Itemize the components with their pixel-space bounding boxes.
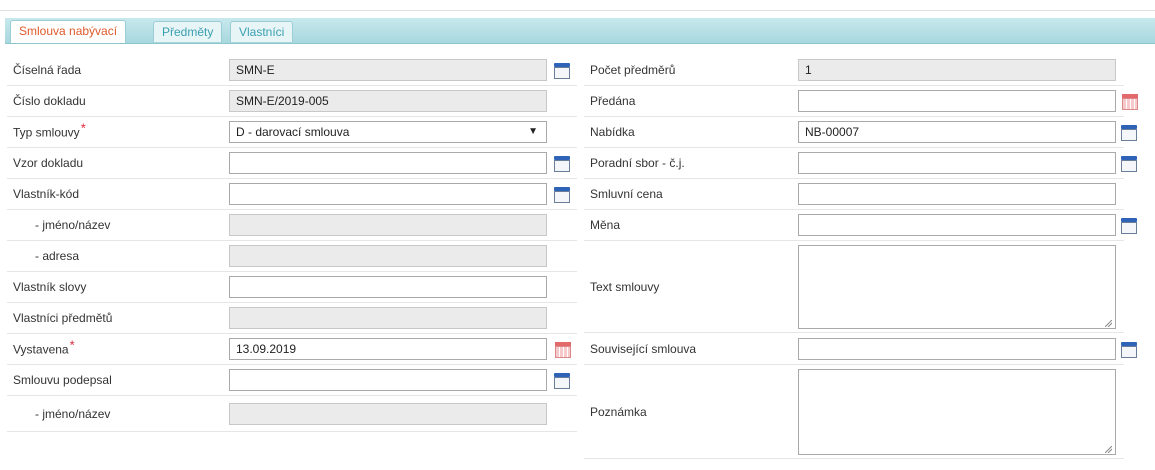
poradni-sbor-label: Poradní sbor - č.j. xyxy=(590,156,685,170)
pocet-predmetu-label: Počet předměrů xyxy=(590,63,676,77)
ciselna-rada-lookup-icon[interactable] xyxy=(553,61,571,79)
typ-smlouvy-value: D - darovací smlouva xyxy=(236,125,350,139)
dropdown-arrow-icon[interactable]: ▼ xyxy=(528,122,538,142)
vlastnici-predmetu-label: Vlastníci předmětů xyxy=(13,311,113,325)
smlouvu-podepsal-lookup-icon[interactable] xyxy=(553,371,571,389)
vlastnik-kod-lookup-icon[interactable] xyxy=(553,185,571,203)
mena-field[interactable] xyxy=(798,214,1116,236)
row-ciselna-rada: Číselná řada SMN-E xyxy=(7,55,577,86)
row-smlouvu-podepsal: Smlouvu podepsal xyxy=(7,365,577,396)
text-smlouvy-label: Text smlouvy xyxy=(590,279,660,294)
resize-handle-icon[interactable] xyxy=(1105,446,1112,453)
typ-smlouvy-label: Typ smlouvy* xyxy=(13,120,86,140)
row-text-smlouvy: Text smlouvy xyxy=(584,241,1124,333)
jmeno-nazev-label: - jméno/název xyxy=(35,218,111,232)
podepsal-jmeno-label: - jméno/název xyxy=(35,406,111,421)
tab-predmety[interactable]: Předměty xyxy=(153,21,223,42)
vzor-dokladu-label: Vzor dokladu xyxy=(13,156,84,170)
row-vystavena: Vystavena* 13.09.2019 xyxy=(7,334,577,365)
poradni-sbor-field[interactable] xyxy=(798,152,1116,174)
vlastnik-slovy-field[interactable] xyxy=(229,276,547,298)
required-marker: * xyxy=(80,120,86,136)
vlastnik-kod-field[interactable] xyxy=(229,183,547,205)
vlastnik-slovy-label: Vlastník slovy xyxy=(13,280,87,294)
row-souvisejici-smlouva: Související smlouva xyxy=(584,333,1137,365)
tab-smlouva-nabyvaci[interactable]: Smlouva nabývací xyxy=(10,20,127,43)
predana-date-field[interactable] xyxy=(798,90,1116,112)
tab-vlastnici[interactable]: Vlastníci xyxy=(230,21,294,42)
row-pocet-predmetu: Počet předměrů 1 xyxy=(584,55,1124,86)
smlouvu-podepsal-field[interactable] xyxy=(229,369,547,391)
row-predana: Předána xyxy=(584,86,1138,117)
mena-lookup-icon[interactable] xyxy=(1120,216,1138,234)
predana-label: Předána xyxy=(590,94,636,108)
cislo-dokladu-label: Číslo dokladu xyxy=(13,94,86,108)
jmeno-nazev-field[interactable] xyxy=(229,214,547,236)
vystavena-date-field[interactable]: 13.09.2019 xyxy=(229,338,547,360)
row-vlastnici-predmetu: Vlastníci předmětů xyxy=(7,303,577,334)
row-nabidka: Nabídka NB-00007 xyxy=(584,117,1137,148)
adresa-label: - adresa xyxy=(35,249,80,263)
row-jmeno-nazev: - jméno/název xyxy=(7,210,577,241)
mena-label: Měna xyxy=(590,218,621,232)
poznamka-textarea[interactable] xyxy=(798,369,1116,455)
souvisejici-smlouva-field[interactable] xyxy=(798,338,1116,360)
calendar-icon[interactable] xyxy=(1122,93,1138,110)
smluvni-cena-label: Smluvní cena xyxy=(590,187,663,201)
vzor-dokladu-field[interactable] xyxy=(229,152,547,174)
podepsal-jmeno-field[interactable] xyxy=(229,403,547,425)
nabidka-label: Nabídka xyxy=(590,125,635,139)
row-podepsal-jmeno: - jméno/název xyxy=(7,396,577,432)
souvisejici-smlouva-lookup-icon[interactable] xyxy=(1120,340,1138,358)
row-typ-smlouvy: Typ smlouvy* D - darovací smlouva ▼ xyxy=(7,117,577,148)
required-marker: * xyxy=(69,337,75,353)
calendar-icon[interactable] xyxy=(555,341,571,358)
nabidka-lookup-icon[interactable] xyxy=(1120,123,1138,141)
nabidka-field[interactable]: NB-00007 xyxy=(798,121,1116,143)
row-cislo-dokladu: Číslo dokladu SMN-E/2019-005 xyxy=(7,86,577,117)
row-vzor-dokladu: Vzor dokladu xyxy=(7,148,577,179)
cislo-dokladu-field[interactable]: SMN-E/2019-005 xyxy=(229,90,547,112)
row-vlastnik-kod: Vlastník-kód xyxy=(7,179,577,210)
row-poradni-sbor: Poradní sbor - č.j. xyxy=(584,148,1137,179)
row-smluvni-cena: Smluvní cena xyxy=(584,179,1124,210)
text-smlouvy-textarea[interactable] xyxy=(798,245,1116,329)
poradni-sbor-lookup-icon[interactable] xyxy=(1120,154,1138,172)
row-adresa: - adresa xyxy=(7,241,577,272)
vlastnici-predmetu-field[interactable] xyxy=(229,307,547,329)
ciselna-rada-field[interactable]: SMN-E xyxy=(229,59,547,81)
row-vlastnik-slovy: Vlastník slovy xyxy=(7,272,577,303)
ciselna-rada-label: Číselná řada xyxy=(13,63,82,77)
souvisejici-smlouva-label: Související smlouva xyxy=(590,341,697,356)
top-border xyxy=(0,0,1155,11)
vzor-dokladu-lookup-icon[interactable] xyxy=(553,154,571,172)
vlastnik-kod-label: Vlastník-kód xyxy=(13,187,80,201)
pocet-predmetu-field[interactable]: 1 xyxy=(798,59,1116,81)
row-poznamka: Poznámka xyxy=(584,365,1124,459)
tab-bar: Smlouva nabývací Předměty Vlastníci xyxy=(5,18,1155,44)
vystavena-label: Vystavena* xyxy=(13,337,75,357)
row-mena: Měna xyxy=(584,210,1137,241)
smlouvu-podepsal-label: Smlouvu podepsal xyxy=(13,373,112,387)
poznamka-label: Poznámka xyxy=(590,404,647,419)
typ-smlouvy-select[interactable]: D - darovací smlouva ▼ xyxy=(229,121,547,143)
adresa-field[interactable] xyxy=(229,245,547,267)
resize-handle-icon[interactable] xyxy=(1105,320,1112,327)
smluvni-cena-field[interactable] xyxy=(798,183,1116,205)
